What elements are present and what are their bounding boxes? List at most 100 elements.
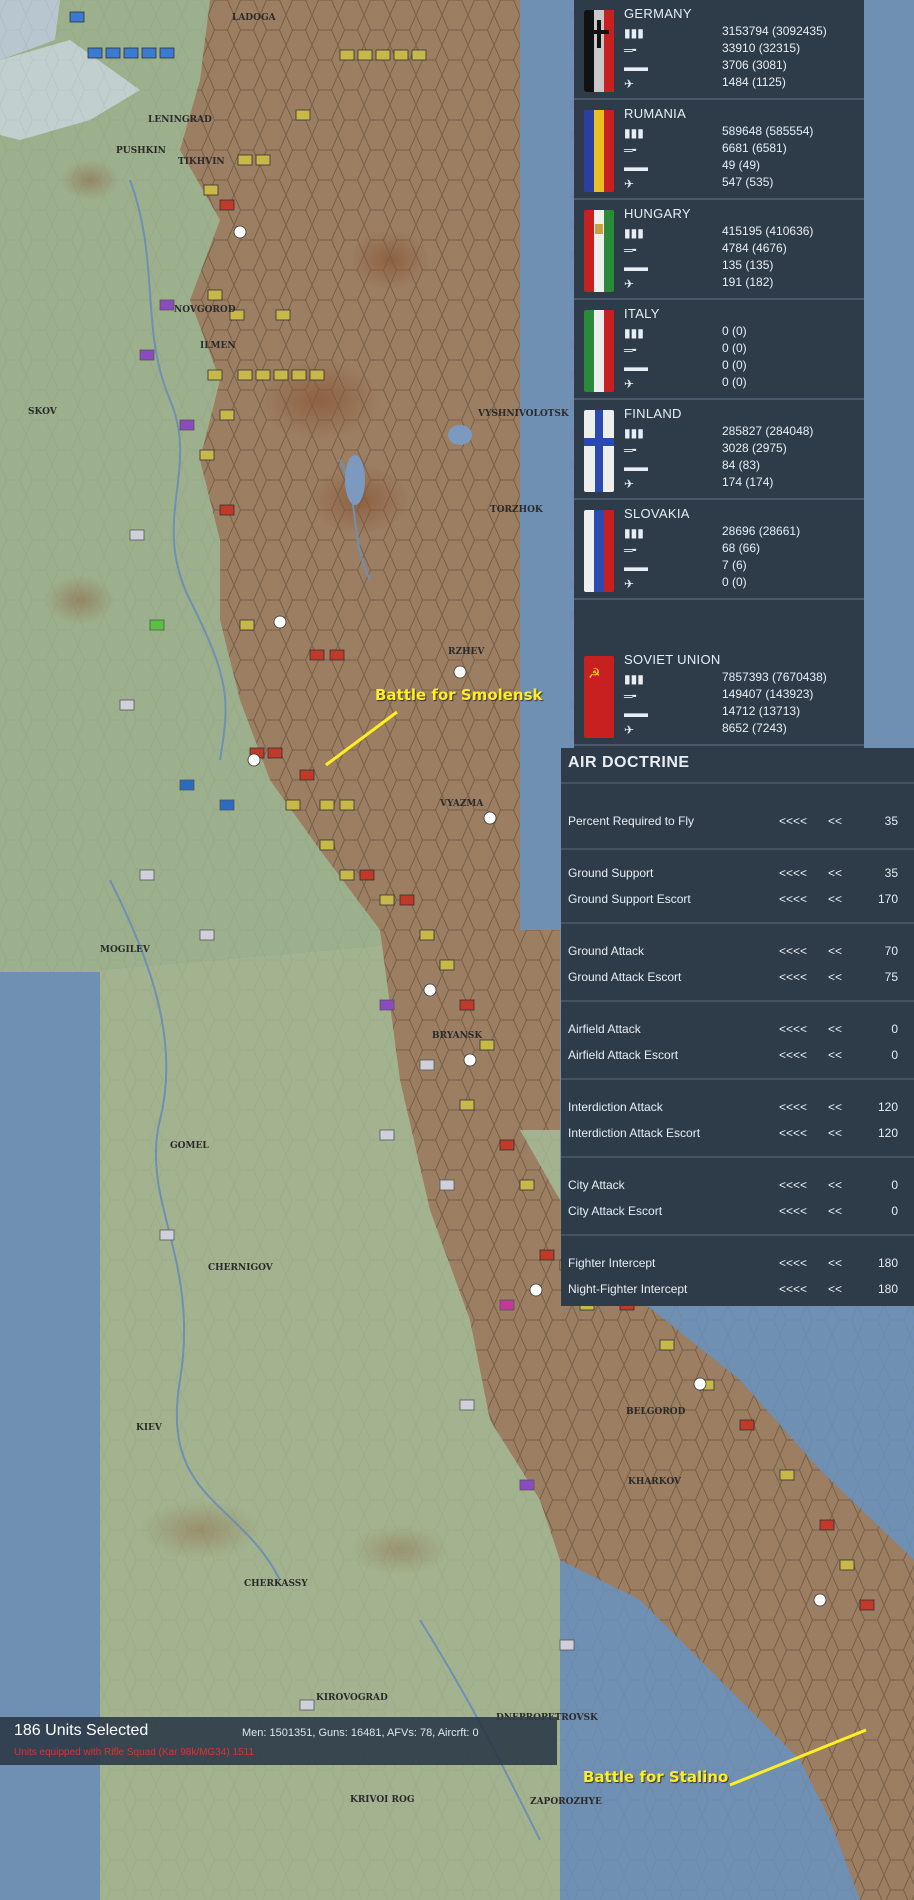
city-label: TORZHOK [490, 505, 544, 515]
nation-guns: 4784 (4676) [722, 241, 787, 255]
doctrine-value: 70 [884, 944, 898, 958]
city-label: LADOGA [232, 13, 277, 23]
doctrine-value: 120 [877, 1126, 898, 1140]
doctrine-value: 170 [877, 892, 898, 906]
decrease-large-button[interactable]: <<<< [779, 892, 807, 906]
gun-icon: ═╸ [624, 43, 640, 57]
tank-icon: ▬▬ [624, 260, 648, 274]
doctrine-label: Airfield Attack [568, 1022, 641, 1036]
doctrine-value: 0 [891, 1022, 898, 1036]
city-label: BELGOROD [626, 1407, 686, 1417]
slovakia-flag [584, 510, 614, 592]
decrease-small-button[interactable]: << [828, 866, 842, 880]
selection-warning: Units equipped with Rifle Squad (Kar 98k… [14, 1747, 254, 1758]
decrease-small-button[interactable]: << [828, 814, 842, 828]
decrease-large-button[interactable]: <<<< [779, 866, 807, 880]
men-icon: ▮▮▮ [624, 526, 644, 540]
nation-aircraft: 547 (535) [722, 175, 774, 189]
decrease-small-button[interactable]: << [828, 1256, 842, 1270]
nation-name: RUMANIA [624, 106, 687, 121]
nation-name: SOVIET UNION [624, 652, 721, 667]
decrease-large-button[interactable]: <<<< [779, 1022, 807, 1036]
aircraft-icon: ✈ [624, 177, 635, 191]
decrease-small-button[interactable]: << [828, 1204, 842, 1218]
decrease-small-button[interactable]: << [828, 1100, 842, 1114]
nation-finland[interactable]: FINLAND ▮▮▮ 285827 (284048) ═╸ 3028 (2975)… [574, 402, 864, 500]
air-doctrine-title: AIR DOCTRINE [568, 754, 690, 771]
nation-men: 0 (0) [722, 324, 747, 338]
nation-soviet-union[interactable]: ☭ SOVIET UNION ▮▮▮ 7857393 (7670438) ═╸ 14… [574, 648, 864, 746]
nation-guns: 0 (0) [722, 341, 747, 355]
nation-aircraft: 0 (0) [722, 375, 747, 389]
doctrine-row: Interdiction Attack Escort <<<< << 120 [561, 1122, 914, 1144]
men-icon: ▮▮▮ [624, 26, 644, 40]
doctrine-label: Night-Fighter Intercept [568, 1282, 688, 1296]
aircraft-icon: ✈ [624, 723, 635, 737]
battle-label-stalino: Battle for Stalino [583, 1768, 729, 1786]
nation-men: 589648 (585554) [722, 124, 814, 138]
decrease-small-button[interactable]: << [828, 944, 842, 958]
nation-hungary[interactable]: HUNGARY ▮▮▮ 415195 (410636) ═╸ 4784 (4676)… [574, 202, 864, 300]
doctrine-label: Percent Required to Fly [568, 814, 695, 828]
decrease-large-button[interactable]: <<<< [779, 1204, 807, 1218]
nation-germany[interactable]: GERMANY ▮▮▮ 3153794 (3092435) ═╸ 33910 (32… [574, 2, 864, 100]
nation-italy[interactable]: ITALY ▮▮▮ 0 (0) ═╸ 0 (0) ▬▬ 0 (0) ✈ 0 (0) [574, 302, 864, 400]
decrease-large-button[interactable]: <<<< [779, 1126, 807, 1140]
decrease-large-button[interactable]: <<<< [779, 944, 807, 958]
city-label: CHERKASSY [244, 1579, 308, 1589]
doctrine-label: Interdiction Attack [568, 1100, 663, 1114]
city-label: KIEV [136, 1423, 163, 1433]
city-label: NOVGOROD [174, 305, 236, 315]
germany-flag [584, 10, 614, 92]
gun-icon: ═╸ [624, 443, 640, 457]
nation-aircraft: 0 (0) [722, 575, 747, 589]
aircraft-icon: ✈ [624, 277, 635, 291]
tank-icon: ▬▬ [624, 560, 648, 574]
doctrine-row: Ground Support <<<< << 35 [561, 862, 914, 884]
nation-aircraft: 174 (174) [722, 475, 774, 489]
decrease-large-button[interactable]: <<<< [779, 1178, 807, 1192]
aircraft-icon: ✈ [624, 377, 635, 391]
nation-slovakia[interactable]: SLOVAKIA ▮▮▮ 28696 (28661) ═╸ 68 (66) ▬▬ 7 … [574, 502, 864, 600]
decrease-small-button[interactable]: << [828, 1178, 842, 1192]
doctrine-value: 120 [877, 1100, 898, 1114]
decrease-large-button[interactable]: <<<< [779, 1048, 807, 1062]
nation-afvs: 84 (83) [722, 458, 761, 472]
decrease-large-button[interactable]: <<<< [779, 814, 807, 828]
nations-panel: GERMANY ▮▮▮ 3153794 (3092435) ═╸ 33910 (32… [574, 0, 864, 748]
nation-rumania[interactable]: RUMANIA ▮▮▮ 589648 (585554) ═╸ 6681 (6581)… [574, 102, 864, 200]
decrease-large-button[interactable]: <<<< [779, 1282, 807, 1296]
decrease-small-button[interactable]: << [828, 1126, 842, 1140]
nation-men: 3153794 (3092435) [722, 24, 827, 38]
nation-name: HUNGARY [624, 206, 691, 221]
doctrine-label: Fighter Intercept [568, 1256, 656, 1270]
gun-icon: ═╸ [624, 689, 640, 703]
men-icon: ▮▮▮ [624, 326, 644, 340]
decrease-large-button[interactable]: <<<< [779, 970, 807, 984]
doctrine-label: Ground Support [568, 866, 654, 880]
city-label: KRIVOI ROG [350, 1795, 415, 1805]
svg-text:☭: ☭ [588, 666, 601, 682]
decrease-small-button[interactable]: << [828, 970, 842, 984]
decrease-large-button[interactable]: <<<< [779, 1256, 807, 1270]
decrease-large-button[interactable]: <<<< [779, 1100, 807, 1114]
doctrine-row: Fighter Intercept <<<< << 180 [561, 1252, 914, 1274]
rumania-flag [584, 110, 614, 192]
doctrine-value: 75 [884, 970, 898, 984]
hungary-flag [584, 210, 614, 292]
doctrine-row: Percent Required to Fly <<<< << 35 [561, 810, 914, 832]
doctrine-label: Ground Attack [568, 944, 645, 958]
city-label: BRYANSK [432, 1031, 483, 1041]
nation-guns: 3028 (2975) [722, 441, 787, 455]
doctrine-row: Interdiction Attack <<<< << 120 [561, 1096, 914, 1118]
decrease-small-button[interactable]: << [828, 892, 842, 906]
decrease-small-button[interactable]: << [828, 1282, 842, 1296]
tank-icon: ▬▬ [624, 706, 648, 720]
city-label: RZHEV [448, 647, 485, 657]
decrease-small-button[interactable]: << [828, 1022, 842, 1036]
selection-stats: Men: 1501351, Guns: 16481, AFVs: 78, Air… [242, 1727, 479, 1739]
decrease-small-button[interactable]: << [828, 1048, 842, 1062]
city-label: CHERNIGOV [208, 1263, 274, 1273]
nation-name: ITALY [624, 306, 660, 321]
aircraft-icon: ✈ [624, 77, 635, 91]
